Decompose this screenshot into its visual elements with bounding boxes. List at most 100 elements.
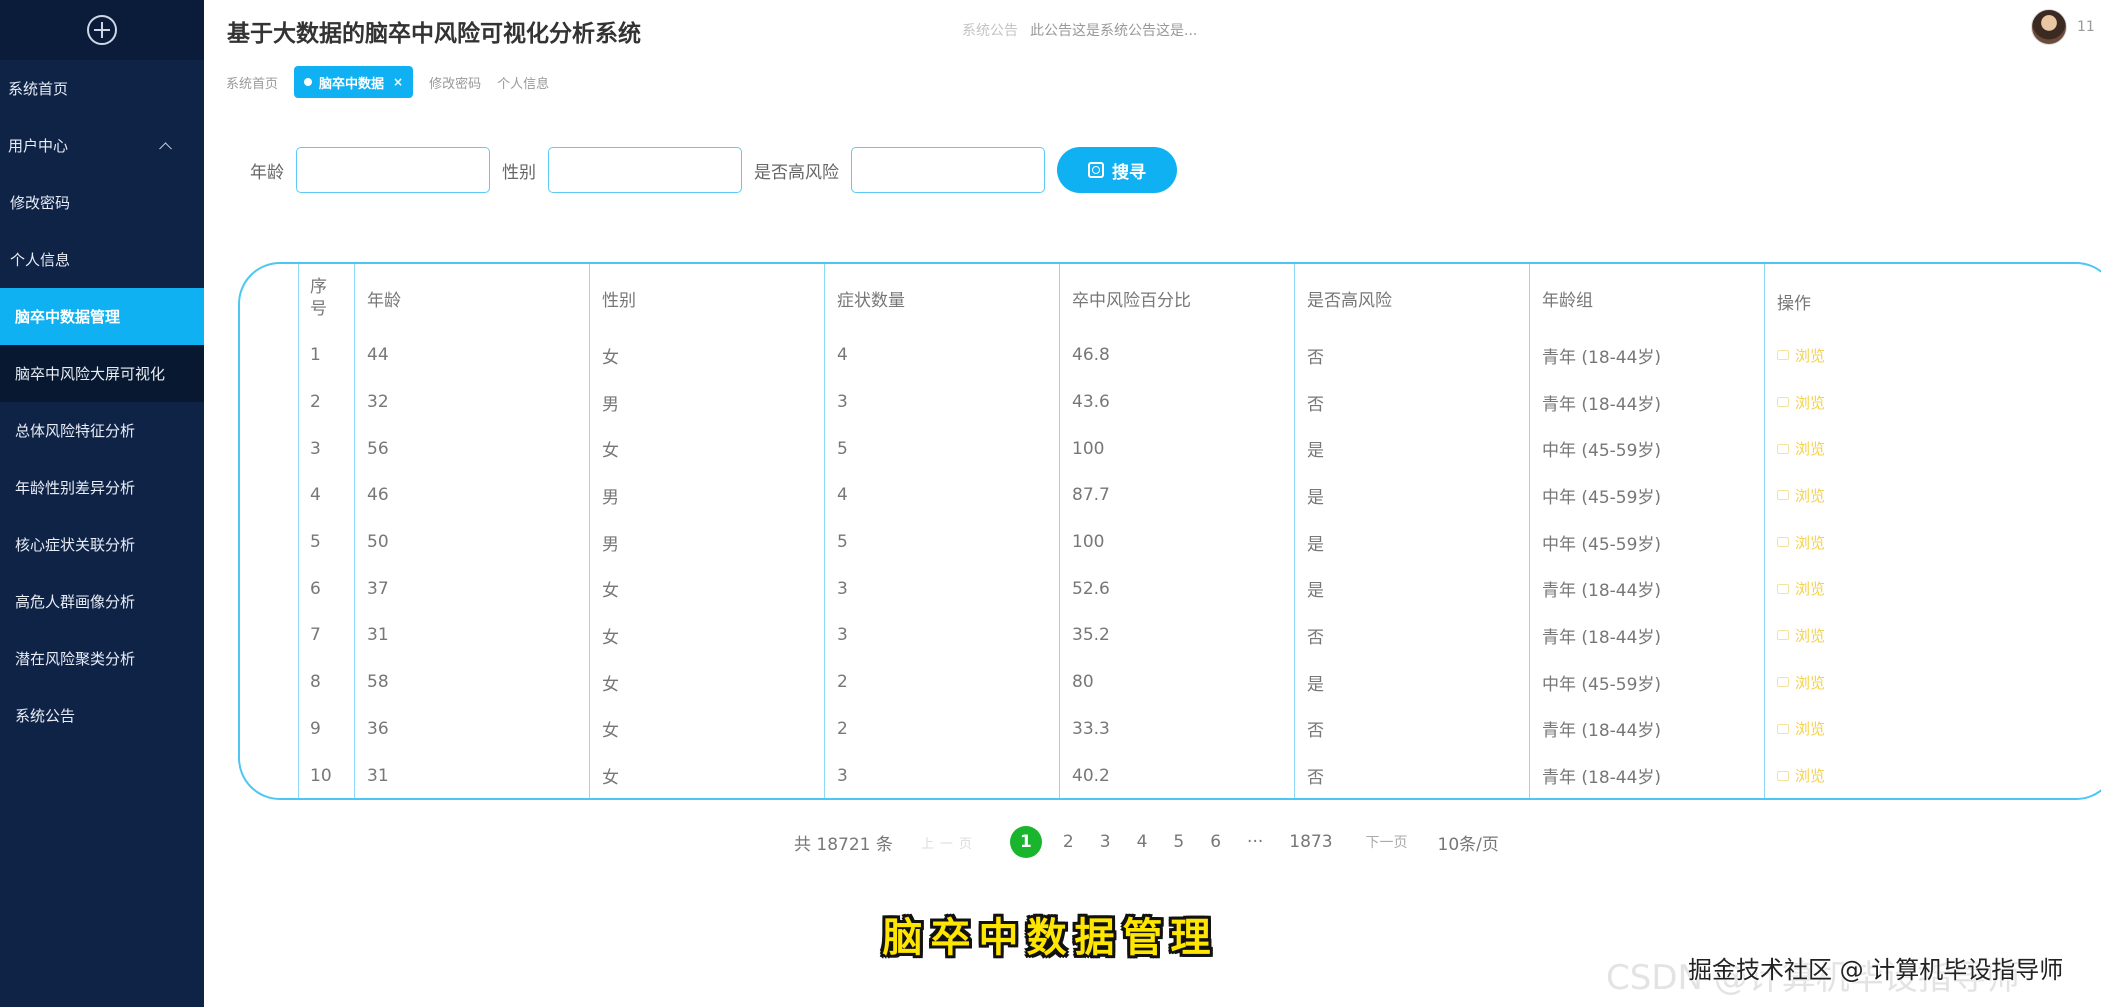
tab-profile[interactable]: 个人信息 — [497, 66, 565, 98]
sidebar-item-profile[interactable]: 个人信息 — [0, 231, 204, 288]
avatar[interactable] — [2031, 9, 2067, 45]
view-icon — [1777, 490, 1789, 501]
view-link-label: 浏览 — [1795, 533, 1826, 552]
sidebar-item-announcement[interactable]: 系统公告 — [0, 687, 204, 744]
view-icon — [1777, 583, 1789, 594]
view-link[interactable]: 浏览 — [1777, 532, 1825, 553]
view-icon — [1777, 723, 1789, 734]
view-link[interactable]: 浏览 — [1777, 578, 1825, 599]
cell-risk-pct: 35.2 — [1059, 612, 1295, 659]
pagination: 共 18721 条 上一页 1 2 3 4 5 6 ··· 1873 下一页 1… — [794, 826, 1499, 858]
view-icon — [1777, 537, 1789, 548]
cell-gender: 女 — [589, 425, 825, 473]
view-link[interactable]: 浏览 — [1777, 765, 1825, 786]
page-button[interactable]: 5 — [1173, 832, 1184, 852]
data-table-container: 序号 年龄 性别 症状数量 卒中风险百分比 是否高风险 年龄组 操作 1 44 女 4… — [238, 262, 2101, 800]
view-link[interactable]: 浏览 — [1777, 625, 1825, 646]
sidebar-item-big-screen[interactable]: 脑卒中风险大屏可视化 — [0, 345, 204, 402]
tab-stroke-data[interactable]: 脑卒中数据 × — [294, 66, 414, 98]
sidebar-item-overall-risk[interactable]: 总体风险特征分析 — [0, 402, 204, 459]
cell-actions: 浏览 — [1764, 565, 2065, 613]
view-link[interactable]: 浏览 — [1777, 718, 1825, 739]
sidebar-item-stroke-data[interactable]: 脑卒中数据管理 — [0, 288, 204, 345]
cell-index: 10 — [298, 752, 355, 798]
sidebar-item-user-center[interactable]: 用户中心 — [0, 117, 204, 174]
notice-marquee[interactable]: 系统公告 此公告这是系统公告这是... — [962, 20, 1227, 40]
cell-actions: 浏览 — [1764, 472, 2065, 519]
notice-text: 此公告这是系统公告这是... — [1030, 23, 1198, 39]
cell-risk-pct: 100 — [1059, 425, 1295, 473]
sidebar-item-label: 脑卒中数据管理 — [15, 308, 121, 326]
cell-gender: 男 — [589, 518, 825, 566]
page-button[interactable]: 6 — [1210, 832, 1221, 852]
sidebar-item-high-risk-profile[interactable]: 高危人群画像分析 — [0, 573, 204, 630]
cell-actions: 浏览 — [1764, 705, 2065, 753]
gender-input[interactable] — [548, 147, 742, 193]
table-row: 10 31 女 3 40.2 否青年 (18-44岁) 浏览 — [298, 752, 2065, 798]
table-row: 5 50 男 5 100 是中年 (45-59岁) 浏览 — [298, 518, 2065, 566]
search-button[interactable]: 搜寻 — [1057, 147, 1177, 193]
tab-home[interactable]: 系统首页 — [226, 66, 294, 98]
close-icon[interactable]: × — [393, 75, 403, 89]
sidebar-item-label: 总体风险特征分析 — [15, 422, 136, 440]
sidebar-item-risk-cluster[interactable]: 潜在风险聚类分析 — [0, 630, 204, 687]
page-button[interactable]: 4 — [1137, 832, 1148, 852]
column-header-index: 序号 — [298, 264, 355, 332]
view-link[interactable]: 浏览 — [1777, 392, 1825, 413]
cell-age: 31 — [354, 612, 590, 659]
column-header-risk-pct: 卒中风险百分比 — [1059, 264, 1295, 332]
page-button[interactable]: 3 — [1100, 832, 1111, 852]
cell-risk-pct: 52.6 — [1059, 565, 1295, 613]
cell-age-group: 青年 (18-44岁) — [1529, 565, 1765, 613]
high-risk-input[interactable] — [851, 147, 1045, 193]
tab-label: 个人信息 — [497, 76, 550, 92]
table-row: 6 37 女 3 52.6 是青年 (18-44岁) 浏览 — [298, 565, 2065, 613]
view-link[interactable]: 浏览 — [1777, 345, 1825, 366]
cell-high-risk: 是 — [1294, 518, 1530, 566]
cell-index: 2 — [298, 378, 355, 426]
page-button-last[interactable]: 1873 — [1289, 832, 1332, 852]
sidebar-item-change-password[interactable]: 修改密码 — [0, 174, 204, 231]
view-link-label: 浏览 — [1795, 486, 1826, 505]
cell-gender: 女 — [589, 752, 825, 798]
cell-high-risk: 否 — [1294, 378, 1530, 426]
page-size-select[interactable]: 10条/页 — [1438, 830, 1499, 855]
sidebar-item-label: 系统首页 — [8, 80, 69, 98]
cell-age-group: 青年 (18-44岁) — [1529, 378, 1765, 426]
view-link[interactable]: 浏览 — [1777, 485, 1825, 506]
cell-symptoms: 2 — [824, 658, 1060, 706]
sidebar-item-label: 脑卒中风险大屏可视化 — [15, 365, 166, 383]
data-table: 序号 年龄 性别 症状数量 卒中风险百分比 是否高风险 年龄组 操作 1 44 女 4… — [298, 264, 2065, 798]
sidebar-item-label: 个人信息 — [10, 251, 71, 269]
sidebar-item-home[interactable]: 系统首页 — [0, 60, 204, 117]
page-button[interactable]: 2 — [1063, 832, 1074, 852]
sidebar-item-age-gender[interactable]: 年龄性别差异分析 — [0, 459, 204, 516]
sidebar-item-label: 潜在风险聚类分析 — [15, 650, 136, 668]
tab-label: 脑卒中数据 — [319, 76, 385, 92]
cell-high-risk: 是 — [1294, 658, 1530, 706]
cell-actions: 浏览 — [1764, 425, 2065, 473]
cell-high-risk: 否 — [1294, 752, 1530, 798]
cell-age-group: 中年 (45-59岁) — [1529, 425, 1765, 473]
next-page-button[interactable]: 下一页 — [1366, 832, 1408, 852]
cell-age-group: 中年 (45-59岁) — [1529, 658, 1765, 706]
cell-high-risk: 是 — [1294, 472, 1530, 519]
page-button-current[interactable]: 1 — [1009, 826, 1042, 858]
sidebar-item-core-symptoms[interactable]: 核心症状关联分析 — [0, 516, 204, 573]
prev-page-button[interactable]: 上一页 — [921, 833, 978, 852]
tab-change-password[interactable]: 修改密码 — [429, 66, 497, 98]
table-row: 2 32 男 3 43.6 否青年 (18-44岁) 浏览 — [298, 378, 2065, 426]
high-risk-label: 是否高风险 — [754, 162, 839, 183]
cell-actions: 浏览 — [1764, 658, 2065, 706]
cell-risk-pct: 40.2 — [1059, 752, 1295, 798]
user-name[interactable]: 11 — [2077, 19, 2095, 35]
view-link[interactable]: 浏览 — [1777, 672, 1825, 693]
age-input[interactable] — [296, 147, 490, 193]
view-link-label: 浏览 — [1795, 673, 1826, 692]
cell-high-risk: 否 — [1294, 612, 1530, 659]
plus-circle-icon[interactable] — [85, 13, 119, 47]
page-ellipsis[interactable]: ··· — [1247, 832, 1263, 852]
cell-gender: 男 — [589, 472, 825, 519]
cell-symptoms: 3 — [824, 565, 1060, 613]
view-link[interactable]: 浏览 — [1777, 438, 1825, 459]
